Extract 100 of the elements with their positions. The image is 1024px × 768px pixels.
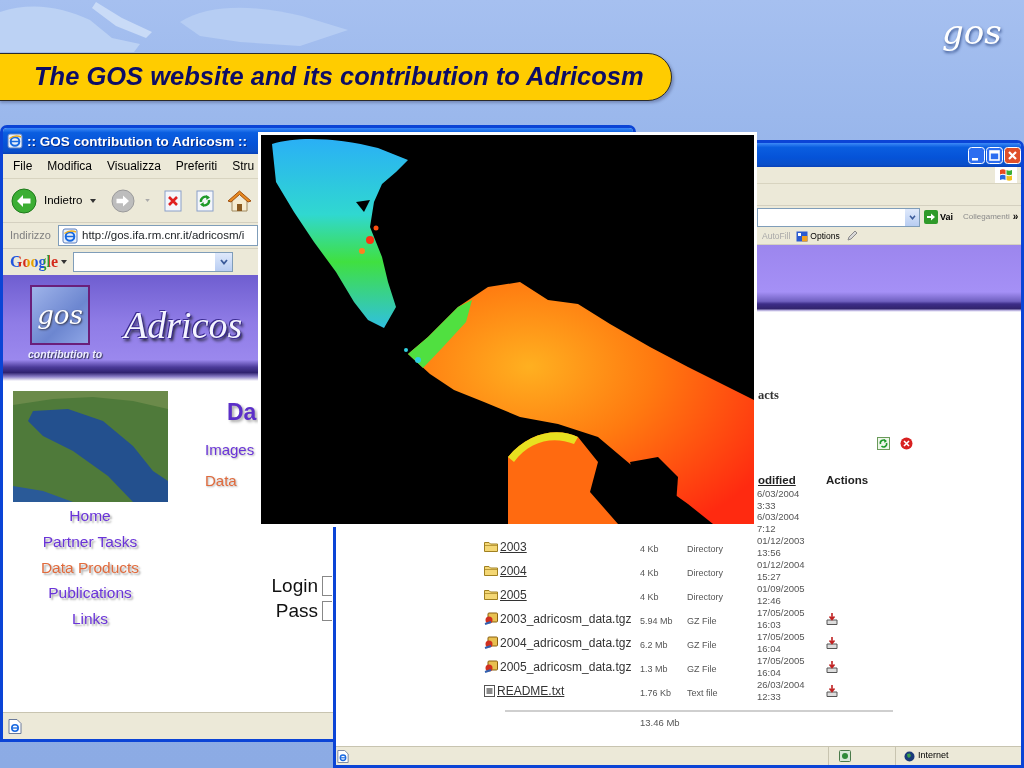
table-cell-text: 6/03/2004 7:12: [757, 511, 801, 535]
table-cell-text: 17/05/2005 16:04: [757, 631, 806, 655]
minimize-icon[interactable]: [968, 146, 985, 164]
dropdown-button[interactable]: [215, 253, 232, 271]
total-size: 13.46 Mb: [640, 715, 680, 730]
nav-link[interactable]: Partner Tasks: [42, 528, 138, 555]
site-logo: gos: [30, 285, 90, 345]
package-icon: [484, 660, 498, 674]
go-button[interactable]: Vai: [924, 210, 953, 224]
refresh-icon[interactable]: [877, 437, 890, 450]
section-link[interactable]: Images: [205, 440, 255, 460]
download-icon[interactable]: [826, 637, 838, 650]
folder-icon: [484, 565, 498, 577]
table-cell-text: 26/03/2004 12:33: [757, 679, 806, 703]
page-icon: [8, 718, 22, 734]
login-label: Login: [270, 575, 318, 597]
caret-icon[interactable]: [61, 260, 67, 264]
refresh-icon[interactable]: [195, 189, 216, 212]
zone-icon: [839, 750, 851, 762]
go-arrow-icon: [924, 210, 938, 224]
table-cell: Directory: [687, 591, 723, 602]
menu-item[interactable]: Stru: [232, 157, 255, 175]
chevron-icon: [908, 214, 916, 220]
more-links-button[interactable]: »: [1012, 212, 1019, 222]
address-field[interactable]: http://gos.ifa.rm.cnr.it/adricosm/i: [58, 225, 258, 246]
table-cell: 1.3 Mb: [640, 663, 668, 674]
table-cell: Directory: [687, 543, 723, 554]
download-icon[interactable]: [826, 661, 838, 674]
password-label: Pass: [274, 600, 318, 622]
file-link[interactable]: 2004_adricosm_data.tgz: [500, 633, 632, 652]
login-field[interactable]: [322, 576, 332, 596]
page-icon: [7, 133, 23, 149]
file-link[interactable]: 2005_adricosm_data.tgz: [500, 657, 632, 676]
table-cell-text: 01/12/2003 13:56: [757, 535, 806, 559]
address-field[interactable]: [757, 207, 920, 227]
password-field[interactable]: [322, 601, 332, 621]
folder-icon: [484, 589, 498, 601]
download-icon[interactable]: [826, 613, 838, 626]
table-cell-text: 6/03/2004 3:33: [757, 488, 801, 512]
maximize-icon[interactable]: [986, 146, 1003, 164]
file-link[interactable]: README.txt: [497, 681, 565, 700]
delete-icon[interactable]: [900, 437, 913, 450]
table-cell: 6.2 Mb: [640, 639, 668, 650]
back-button[interactable]: Indietro: [10, 187, 98, 214]
search-menu-button[interactable]: Google: [10, 253, 58, 271]
nav-link[interactable]: Publications: [48, 580, 132, 607]
close-icon[interactable]: [1004, 146, 1021, 164]
table-cell: Directory: [687, 567, 723, 578]
caret-icon: [90, 198, 97, 203]
table-cell: 4 Kb: [640, 543, 659, 554]
table-cell: 1.76 Kb: [640, 687, 672, 698]
download-icon[interactable]: [826, 685, 838, 698]
pencil-icon[interactable]: [845, 230, 858, 242]
dropdown-button[interactable]: [905, 208, 919, 226]
page-icon: [337, 749, 349, 763]
column-header[interactable]: odified: [757, 472, 826, 488]
table-cell: 5.94 Mb: [640, 615, 673, 626]
slide-title: The GOS website and its contribution to Adricosm: [34, 62, 644, 92]
file-link[interactable]: 2004: [500, 561, 527, 580]
file-icon: [484, 684, 495, 697]
page-heading: Da: [227, 398, 257, 427]
file-link[interactable]: 2005: [500, 585, 527, 604]
window-title: :: GOS contribution to Adricosm ::: [27, 133, 247, 149]
gos-logo: gos: [942, 14, 1002, 52]
menu-item[interactable]: Preferiti: [175, 157, 218, 175]
table-cell-text: 17/05/2005 16:04: [757, 655, 806, 679]
stop-icon[interactable]: [163, 189, 184, 212]
package-icon: [484, 612, 498, 626]
table-cell: GZ File: [687, 663, 717, 674]
address-label: Indirizzo: [10, 228, 52, 244]
site-tagline: contribution to: [28, 348, 103, 360]
package-icon: [484, 636, 498, 650]
table-cell: 4 Kb: [640, 567, 659, 578]
column-header: Actions: [826, 473, 870, 488]
options-icon: [796, 230, 809, 242]
nav-link[interactable]: Links: [71, 606, 109, 632]
search-field[interactable]: [73, 252, 233, 272]
table-cell: Text file: [687, 687, 718, 698]
table-cell-text: 01/12/2004 15:27: [757, 559, 806, 583]
table-cell: GZ File: [687, 639, 717, 650]
menu-item[interactable]: Modifica: [47, 157, 93, 175]
table-cell-text: 17/05/2005 16:03: [757, 607, 806, 631]
home-icon[interactable]: [227, 188, 253, 213]
file-link[interactable]: 2003_adricosm_data.tgz: [500, 609, 632, 628]
site-title: Adricos: [124, 303, 243, 348]
nav-link[interactable]: Home: [69, 503, 111, 529]
zone-label: Internet: [918, 749, 949, 763]
menu-item[interactable]: File: [13, 157, 33, 175]
page-heading: acts: [758, 388, 779, 402]
table-cell-text: 01/09/2005 12:46: [757, 583, 806, 607]
chevron-icon: [219, 259, 228, 265]
table-cell: 4 Kb: [640, 591, 659, 602]
folder-icon: [484, 541, 498, 553]
page-icon: [62, 227, 78, 244]
globe-icon: [904, 750, 915, 762]
menu-item[interactable]: Visualizza: [107, 157, 161, 175]
flag-icon: [995, 167, 1017, 183]
file-link[interactable]: 2003: [500, 537, 527, 556]
options-button[interactable]: Options: [796, 229, 840, 243]
table-cell: GZ File: [687, 615, 717, 626]
